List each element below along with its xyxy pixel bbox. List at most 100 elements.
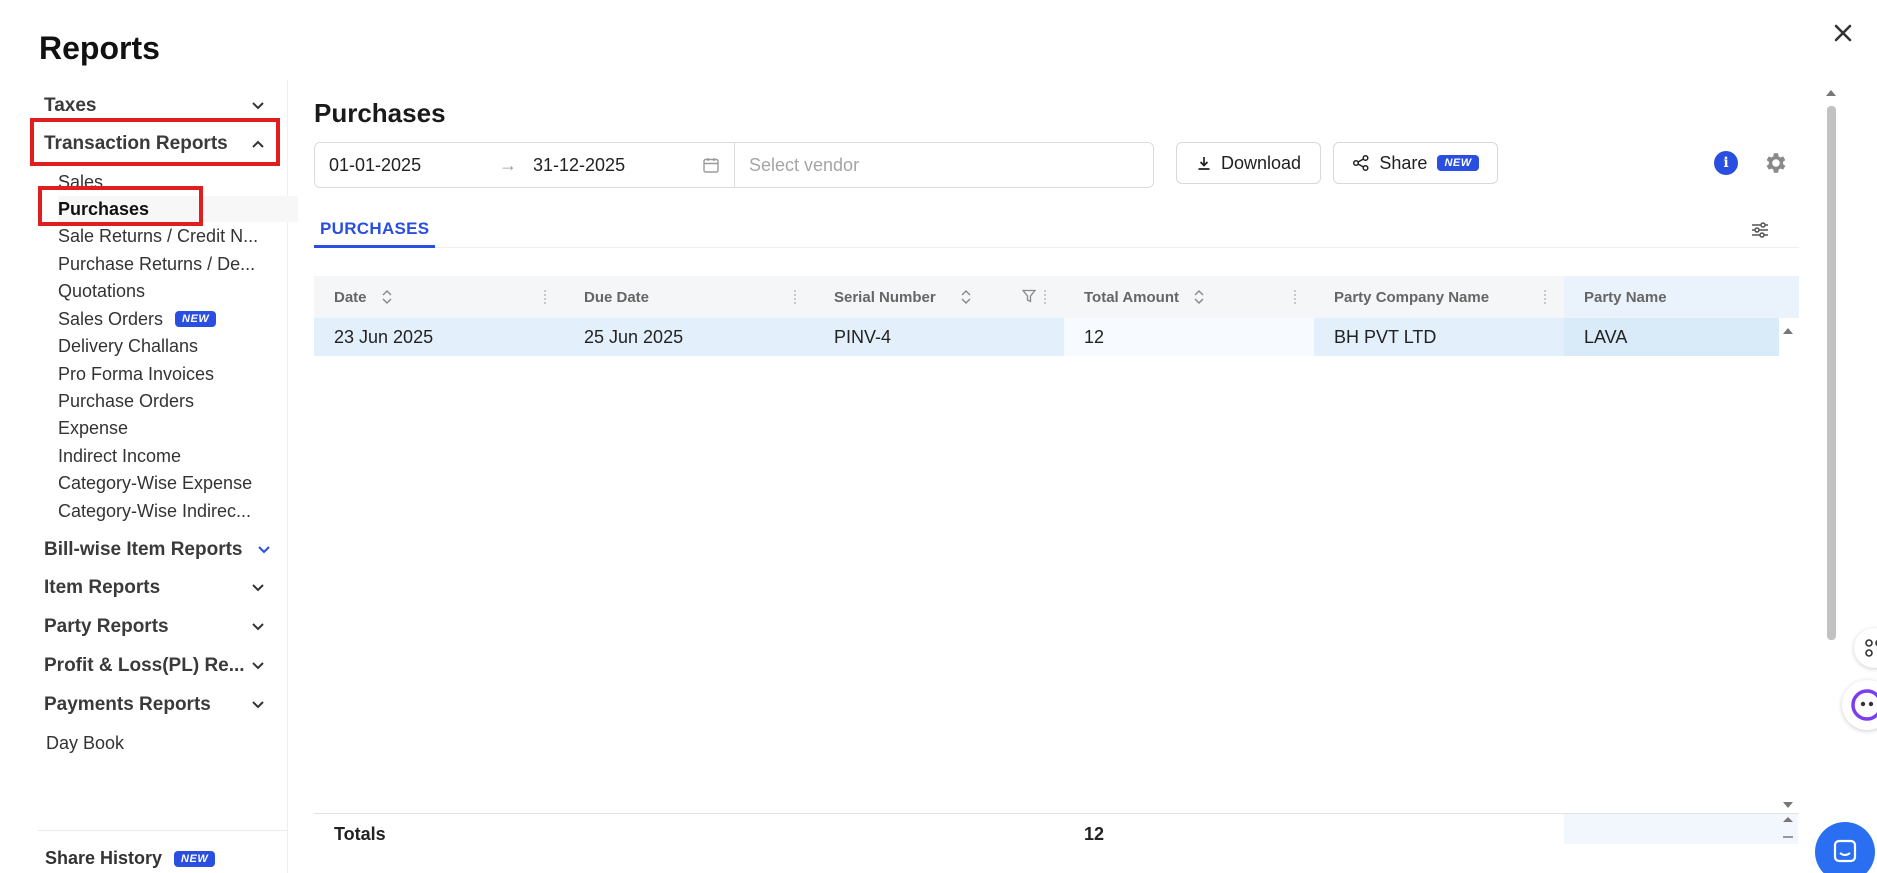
sidebar: Taxes Transaction Reports Sales Purchase… (28, 80, 298, 873)
sidebar-item-sale-returns[interactable]: Sale Returns / Credit N... (58, 223, 273, 249)
date-end[interactable]: 31-12-2025 (533, 155, 703, 176)
sidebar-group-party-reports[interactable]: Party Reports (44, 612, 274, 642)
share-icon (1352, 154, 1370, 172)
table-scrollbar[interactable] (1780, 325, 1796, 812)
assistant-widget[interactable] (1842, 680, 1877, 730)
share-history-label: Share History (45, 848, 163, 868)
share-history-link[interactable]: Share History NEW (45, 848, 216, 869)
column-header-party-name[interactable]: Party Name (1564, 276, 1799, 318)
sidebar-group-profit-loss[interactable]: Profit & Loss(PL) Re... (44, 651, 274, 681)
totals-label: Totals (334, 824, 386, 844)
new-badge: NEW (175, 311, 217, 327)
sidebar-item-indirect-income[interactable]: Indirect Income (58, 443, 273, 469)
cell-party-name: LAVA (1564, 318, 1779, 356)
chevron-down-icon (250, 98, 266, 114)
sidebar-group-label: Profit & Loss(PL) Re... (44, 655, 245, 676)
column-header-due-date[interactable]: Due Date (564, 276, 814, 318)
date-start[interactable]: 01-01-2025 (329, 155, 499, 176)
sidebar-item-sales-orders[interactable]: Sales Orders NEW (58, 306, 273, 332)
download-button[interactable]: Download (1176, 142, 1321, 184)
gear-icon[interactable] (1762, 150, 1788, 181)
sidebar-item-delivery-challans[interactable]: Delivery Challans (58, 333, 273, 359)
chevron-down-icon (250, 658, 266, 674)
column-resize-handle[interactable] (794, 290, 796, 304)
sidebar-item-purchase-returns[interactable]: Purchase Returns / De... (58, 251, 273, 277)
cell-party-company-name: BH PVT LTD (1314, 318, 1564, 356)
tab-bar: PURCHASES (314, 212, 1799, 248)
sort-icon[interactable] (960, 289, 972, 305)
chevron-down-icon (256, 542, 272, 558)
cell-date: 23 Jun 2025 (314, 318, 564, 356)
chevron-down-icon (250, 580, 266, 596)
cell-due-date: 25 Jun 2025 (564, 318, 814, 356)
sort-icon[interactable] (1193, 289, 1205, 305)
sidebar-group-payments-reports[interactable]: Payments Reports (44, 690, 274, 720)
column-header-date[interactable]: Date (314, 276, 564, 318)
share-button[interactable]: Share NEW (1333, 142, 1498, 184)
sidebar-group-taxes[interactable]: Taxes (44, 91, 274, 121)
download-label: Download (1220, 152, 1302, 173)
report-title: Purchases (314, 98, 446, 128)
chevron-down-icon (250, 619, 266, 635)
sidebar-item-category-wise-indirect[interactable]: Category-Wise Indirec... (58, 498, 273, 524)
sidebar-group-bill-wise[interactable]: Bill-wise Item Reports (44, 535, 274, 565)
sidebar-item-pro-forma-invoices[interactable]: Pro Forma Invoices (58, 361, 273, 387)
date-range-picker[interactable]: 01-01-2025 → 31-12-2025 (315, 143, 735, 187)
column-resize-handle[interactable] (1044, 290, 1046, 304)
page-scrollbar[interactable] (1824, 86, 1838, 646)
column-header-serial-number[interactable]: Serial Number (814, 276, 1064, 318)
sidebar-group-label: Bill-wise Item Reports (44, 539, 243, 560)
sort-icon[interactable] (381, 289, 393, 305)
arrow-right-icon: → (499, 154, 517, 175)
filter-bar: 01-01-2025 → 31-12-2025 (314, 142, 1154, 188)
main-panel: Purchases 01-01-2025 → 31-12-2025 Downlo… (314, 80, 1800, 873)
assistant-icon (1851, 689, 1877, 721)
table-header: Date Due Date Serial Number Total Amount (314, 276, 1799, 318)
sidebar-group-label: Taxes (44, 95, 97, 116)
totals-row: Totals 12 (314, 813, 1799, 853)
sidebar-divider (38, 830, 288, 831)
new-badge: NEW (174, 850, 216, 867)
download-icon (1196, 155, 1212, 171)
tab-purchases[interactable]: PURCHASES (314, 212, 436, 248)
share-label: Share (1379, 152, 1428, 173)
column-header-total-amount[interactable]: Total Amount (1064, 276, 1314, 318)
chat-icon (1833, 839, 1857, 863)
column-resize-handle[interactable] (1544, 290, 1546, 304)
sidebar-item-purchases[interactable]: Purchases (58, 196, 298, 222)
close-icon (1834, 24, 1852, 42)
sidebar-item-quotations[interactable]: Quotations (58, 278, 273, 304)
totals-shade (1564, 814, 1798, 844)
table-row[interactable]: 23 Jun 2025 25 Jun 2025 PINV-4 12 BH PVT… (314, 318, 1779, 356)
column-resize-handle[interactable] (544, 290, 546, 304)
vendor-select-input[interactable] (735, 143, 1153, 187)
chevron-up-icon (250, 136, 266, 152)
chat-button[interactable] (1815, 822, 1875, 873)
info-icon[interactable]: i (1714, 151, 1738, 175)
shortcut-widget[interactable] (1854, 628, 1877, 668)
totals-scrollbar[interactable] (1780, 813, 1796, 853)
page-title: Reports (39, 30, 160, 66)
column-resize-handle[interactable] (1294, 290, 1296, 304)
chevron-down-icon (250, 697, 266, 713)
sidebar-group-label: Payments Reports (44, 694, 211, 715)
sidebar-group-label: Party Reports (44, 616, 169, 637)
command-icon (1865, 639, 1877, 657)
sidebar-item-category-wise-expense[interactable]: Category-Wise Expense (58, 470, 273, 496)
cell-serial-number: PINV-4 (814, 318, 1064, 356)
sidebar-group-item-reports[interactable]: Item Reports (44, 573, 274, 603)
close-button[interactable] (1828, 18, 1858, 48)
sidebar-item-day-book[interactable]: Day Book (46, 730, 261, 756)
new-badge: NEW (1437, 155, 1479, 171)
sidebar-item-purchase-orders[interactable]: Purchase Orders (58, 388, 273, 414)
sidebar-item-sales[interactable]: Sales (58, 169, 273, 195)
sidebar-group-label: Item Reports (44, 577, 161, 598)
filter-icon[interactable] (1021, 289, 1037, 307)
column-header-party-company-name[interactable]: Party Company Name (1314, 276, 1564, 318)
sidebar-item-expense[interactable]: Expense (58, 415, 273, 441)
totals-amount: 12 (1084, 824, 1105, 844)
calendar-icon[interactable] (702, 156, 720, 179)
sliders-icon[interactable] (1750, 220, 1770, 245)
sidebar-group-label: Transaction Reports (44, 133, 228, 154)
sidebar-group-transaction-reports[interactable]: Transaction Reports (44, 129, 274, 159)
